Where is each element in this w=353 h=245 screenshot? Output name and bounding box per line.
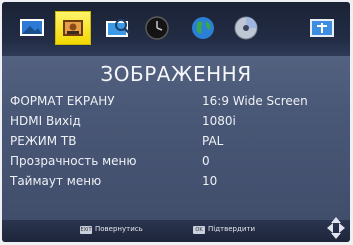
setting-value: 10 [202, 174, 218, 188]
tab-globe[interactable] [185, 11, 221, 45]
page-title: ЗОБРАЖЕННЯ [100, 62, 252, 86]
setting-label: HDMI Вихід [10, 114, 81, 128]
setting-value: 16:9 Wide Screen [202, 94, 308, 108]
tab-picture[interactable] [14, 11, 50, 45]
setting-row-menu-timeout[interactable]: Таймаут меню 10 [2, 170, 350, 194]
menu-icon-bar [2, 2, 350, 56]
setting-value: 0 [202, 154, 210, 168]
picture-icon [20, 19, 44, 36]
setting-label: Прозрачность меню [10, 154, 137, 168]
tab-image-settings[interactable] [55, 11, 91, 45]
tab-system[interactable] [304, 11, 340, 45]
navigation-arrows-icon [327, 217, 345, 239]
setting-value: PAL [202, 134, 224, 148]
setting-label: Таймаут меню [10, 174, 102, 188]
menu-screen: ЗОБРАЖЕННЯ ФОРМАТ ЕКРАНУ 16:9 Wide Scree… [2, 2, 350, 242]
setting-label: РЕЖИМ ТВ [10, 134, 77, 148]
tab-channel-search[interactable] [100, 11, 136, 45]
tab-disc[interactable] [228, 11, 264, 45]
clock-icon [145, 16, 169, 40]
channel-search-icon [106, 19, 130, 37]
globe-icon [192, 17, 214, 39]
image-settings-icon [63, 20, 83, 36]
ok-key-icon: OK [193, 226, 205, 234]
tab-clock[interactable] [139, 11, 175, 45]
disc-icon [234, 16, 258, 40]
setting-label: ФОРМАТ ЕКРАНУ [10, 94, 115, 108]
footer-bar: EXIT Повернутись OK Підтвердити [2, 220, 350, 242]
exit-key-icon: EXIT [80, 226, 92, 234]
setting-value: 1080i [202, 114, 236, 128]
system-icon [310, 19, 334, 37]
confirm-hint-label: Підтвердити [208, 225, 256, 233]
back-hint-label: Повернутись [95, 225, 143, 233]
